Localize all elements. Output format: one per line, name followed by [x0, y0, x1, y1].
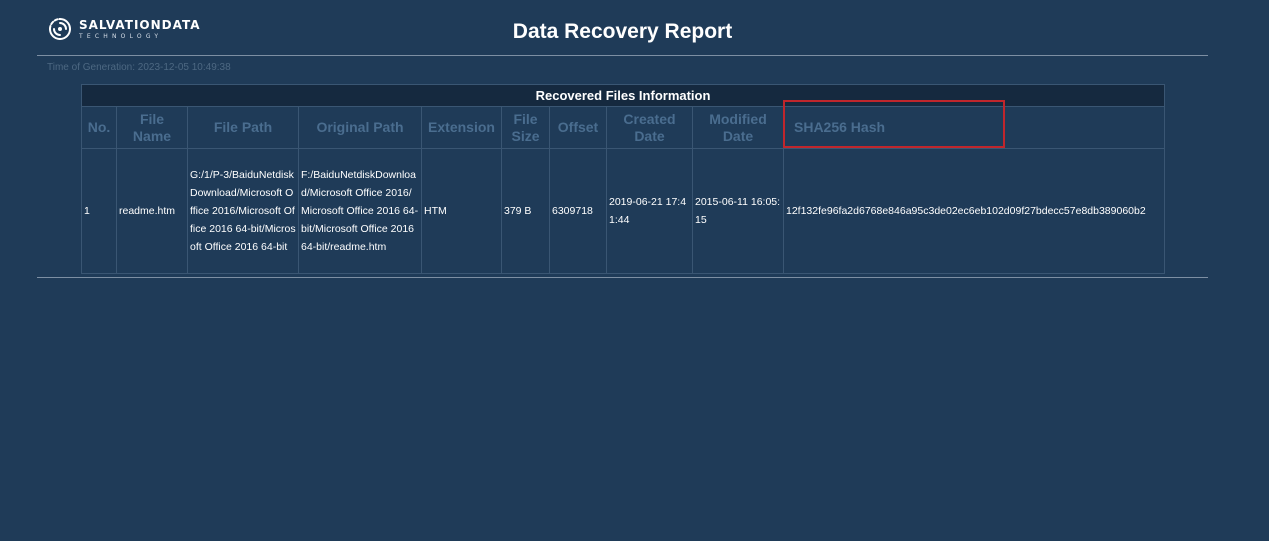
report-page: SALVATIONDATA TECHNOLOGY Data Recovery R… [0, 0, 1269, 541]
cell-created-date: 2019-06-21 17:41:44 [606, 148, 693, 274]
generation-time-label: Time of Generation: [47, 62, 136, 73]
column-header-original-path[interactable]: Original Path [298, 106, 422, 149]
column-header-file-path[interactable]: File Path [187, 106, 299, 149]
column-header-file-size[interactable]: File Size [501, 106, 550, 149]
table-caption: Recovered Files Information [80, 84, 1166, 107]
cell-no: 1 [81, 148, 117, 274]
generation-time-value: 2023-12-05 10:49:38 [137, 62, 231, 73]
cell-file-name: readme.htm [116, 148, 188, 274]
bottom-divider [37, 277, 1208, 278]
column-header-modified-date[interactable]: Modified Date [692, 106, 784, 149]
recovered-files-table-wrap: Recovered Files Information No. File Nam… [80, 84, 1166, 274]
cell-file-size: 379 B [501, 148, 550, 274]
report-header: SALVATIONDATA TECHNOLOGY Data Recovery R… [37, 0, 1208, 56]
table-row[interactable]: 1 readme.htm G:/1/P-3/BaiduNetdiskDownlo… [81, 148, 1166, 274]
cell-sha256-hash: 12f132fe96fa2d6768e846a95c3de02ec6eb102d… [782, 148, 1166, 274]
page-title: Data Recovery Report [512, 20, 733, 43]
column-header-file-name[interactable]: File Name [116, 106, 188, 149]
column-header-extension[interactable]: Extension [421, 106, 502, 149]
table-header-row: No. File Name File Path Original Path Ex… [81, 106, 1166, 149]
cell-original-path: F:/BaiduNetdiskDownload/Microsoft Office… [298, 148, 422, 274]
column-header-created-date[interactable]: Created Date [606, 106, 693, 149]
column-header-offset[interactable]: Offset [549, 106, 607, 149]
generation-time: Time of Generation: 2023-12-05 10:49:38 [47, 62, 231, 73]
table-caption-row: Recovered Files Information [80, 84, 1166, 107]
cell-extension: HTM [421, 148, 502, 274]
recovered-files-table: Recovered Files Information No. File Nam… [80, 84, 1166, 274]
cell-offset: 6309718 [549, 148, 607, 274]
cell-modified-date: 2015-06-11 16:05:15 [692, 148, 784, 274]
column-header-no[interactable]: No. [81, 106, 117, 149]
cell-file-path: G:/1/P-3/BaiduNetdiskDownload/Microsoft … [187, 148, 299, 274]
column-header-sha256-hash[interactable]: SHA256 Hash [782, 106, 1166, 149]
